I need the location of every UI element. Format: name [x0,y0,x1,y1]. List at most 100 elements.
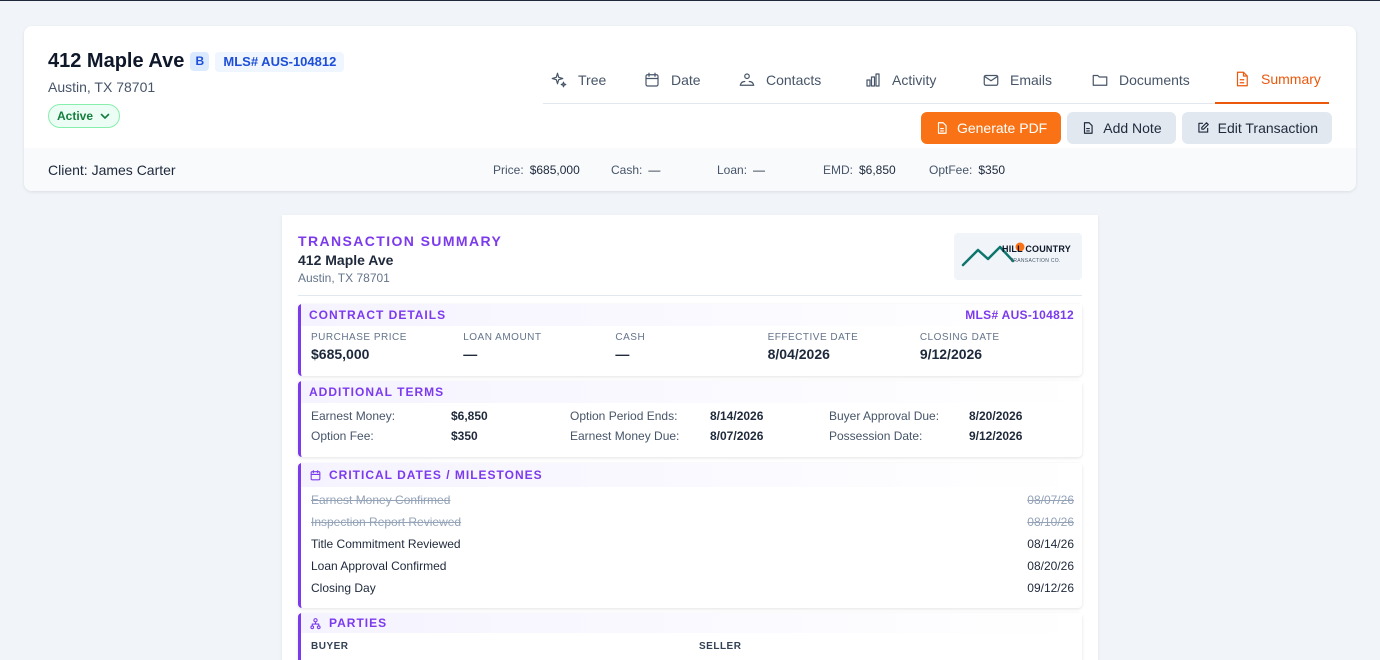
generate-pdf-label: Generate PDF [956,120,1048,136]
milestones-header: CRITICAL DATES / MILESTONES [301,463,1082,487]
cash-label: Cash: [611,162,643,177]
contract-field: EFFECTIVE DATE 8/04/2026 [768,332,920,362]
add-note-label: Add Note [1103,120,1162,136]
tab-contacts-label: Contacts [766,72,822,88]
mail-icon [983,74,999,86]
term-label: Earnest Money Due: [570,429,680,443]
document-icon [1236,71,1248,87]
note-icon [1084,122,1093,134]
mls-badge: MLS# AUS-104812 [215,51,345,72]
milestones-section: CRITICAL DATES / MILESTONES Earnest Mone… [298,463,1082,608]
mountain-logo-icon [961,242,1025,267]
term-label: Possession Date: [829,429,923,443]
parties-icon [310,617,321,629]
milestone-date: 09/12/26 [1027,581,1074,595]
tab-activity-label: Activity [892,72,937,88]
field-value: 9/12/2026 [919,346,983,362]
milestone-label: Loan Approval Confirmed [311,559,447,573]
status-dropdown[interactable]: Active [48,104,121,128]
tab-tree[interactable]: Tree [543,56,625,104]
summary-bar: Client: James Carter Price: $685,000 Cash… [24,148,1356,191]
sparkle-icon [551,72,567,88]
edit-icon [1197,122,1209,133]
contract-fields: PURCHASE PRICE $685,000 LOAN AMOUNT — CASH… [301,326,1082,362]
status-label: Active [57,109,94,123]
folder-icon [1092,74,1108,86]
contract-details-section: CONTRACT DETAILS MLS# AUS-104812 PURCHAS… [298,304,1082,376]
field-label: EFFECTIVE DATE [767,332,859,343]
term-label: Buyer Approval Due: [829,409,940,423]
optfee-label: OptFee: [929,162,973,177]
milestone-date: 08/10/26 [1027,515,1074,529]
company-logo: HILL COUNTRY TRANSACTION CO. [954,233,1082,280]
property-city: Austin, TX 78701 [48,79,156,95]
term-label: Earnest Money: [311,409,396,423]
emd-value: $6,850 [859,162,896,177]
milestone-row: Earnest Money Confirmed 08/07/26 [301,489,1082,511]
term-value: $350 [451,429,478,443]
price-stat: Price: $685,000 [493,163,580,177]
contract-field: LOAN AMOUNT — [463,332,615,362]
milestone-row: Loan Approval Confirmed 08/20/26 [301,555,1082,577]
term-value: 8/20/2026 [969,409,1023,423]
logo-subtitle: TRANSACTION CO. [1010,258,1061,264]
parties-header: PARTIES [301,613,1082,633]
term-value: 9/12/2026 [969,429,1023,443]
term-label: Option Fee: [311,429,374,443]
cash-stat: Cash: — [611,163,660,177]
tab-tree-label: Tree [578,72,607,88]
client-name: Client: James Carter [48,161,176,178]
additional-terms-title: ADDITIONAL TERMS [309,385,445,399]
tab-documents[interactable]: Documents [1073,56,1215,104]
milestone-row: Closing Day 09/12/26 [301,577,1082,599]
generate-pdf-button[interactable]: Generate PDF [920,112,1062,144]
logo-name: HILL COUNTRY [1002,244,1071,254]
additional-terms-header: ADDITIONAL TERMS [301,381,1082,403]
emd-stat: EMD: $6,850 [823,163,896,177]
parties-title: PARTIES [329,616,388,630]
tab-summary-label: Summary [1261,71,1321,87]
optfee-value: $350 [978,162,1006,177]
field-label: LOAN AMOUNT [463,332,542,343]
seller-label: SELLER [699,641,742,652]
contract-field: PURCHASE PRICE $685,000 [311,332,463,362]
field-value: $685,000 [311,346,370,362]
add-note-button[interactable]: Add Note [1067,112,1176,144]
term-value: 8/14/2026 [710,409,764,423]
document-icon [937,122,947,134]
transaction-tabs: Tree Date Contacts Activity Emails Docum… [543,56,1329,104]
milestone-date: 08/14/26 [1027,537,1074,551]
loan-value: — [753,162,766,177]
transaction-header-card: 412 Maple Ave B MLS# AUS-104812 Austin, … [24,26,1356,191]
tab-emails[interactable]: Emails [964,56,1073,104]
field-value: — [463,346,478,362]
milestone-label: Title Commitment Reviewed [311,537,461,551]
calendar-icon [310,469,321,480]
milestone-row: Inspection Report Reviewed 08/10/26 [301,511,1082,533]
field-label: PURCHASE PRICE [311,332,407,343]
contract-mls: MLS# AUS-104812 [965,308,1074,322]
milestone-label: Closing Day [311,581,376,595]
milestones-title: CRITICAL DATES / MILESTONES [329,468,543,482]
milestone-list: Earnest Money Confirmed 08/07/26 Inspecti… [301,487,1082,599]
term-value: 8/07/2026 [710,429,764,443]
loan-stat: Loan: — [717,163,765,177]
buyer-label: BUYER [311,641,349,652]
parties-section: PARTIES BUYER SELLER [298,613,1082,660]
property-type-badge: B [190,52,210,71]
tab-date[interactable]: Date [625,56,720,104]
contacts-icon [739,73,755,86]
edit-transaction-button[interactable]: Edit Transaction [1181,112,1332,144]
field-label: CASH [615,332,646,343]
tab-emails-label: Emails [1010,72,1053,88]
term-label: Option Period Ends: [570,409,678,423]
additional-terms-grid: Earnest Money: $6,850 Option Period Ends… [301,403,1082,443]
milestone-label: Earnest Money Confirmed [311,493,451,507]
field-value: 8/04/2026 [767,346,830,362]
transaction-summary-document: TRANSACTION SUMMARY 412 Maple Ave Austin… [282,215,1098,660]
tab-contacts[interactable]: Contacts [720,56,846,104]
tab-summary[interactable]: Summary [1215,56,1329,104]
tab-activity[interactable]: Activity [846,56,964,104]
contract-field: CLOSING DATE 9/12/2026 [920,332,1072,362]
property-address: 412 Maple Ave [48,50,185,72]
